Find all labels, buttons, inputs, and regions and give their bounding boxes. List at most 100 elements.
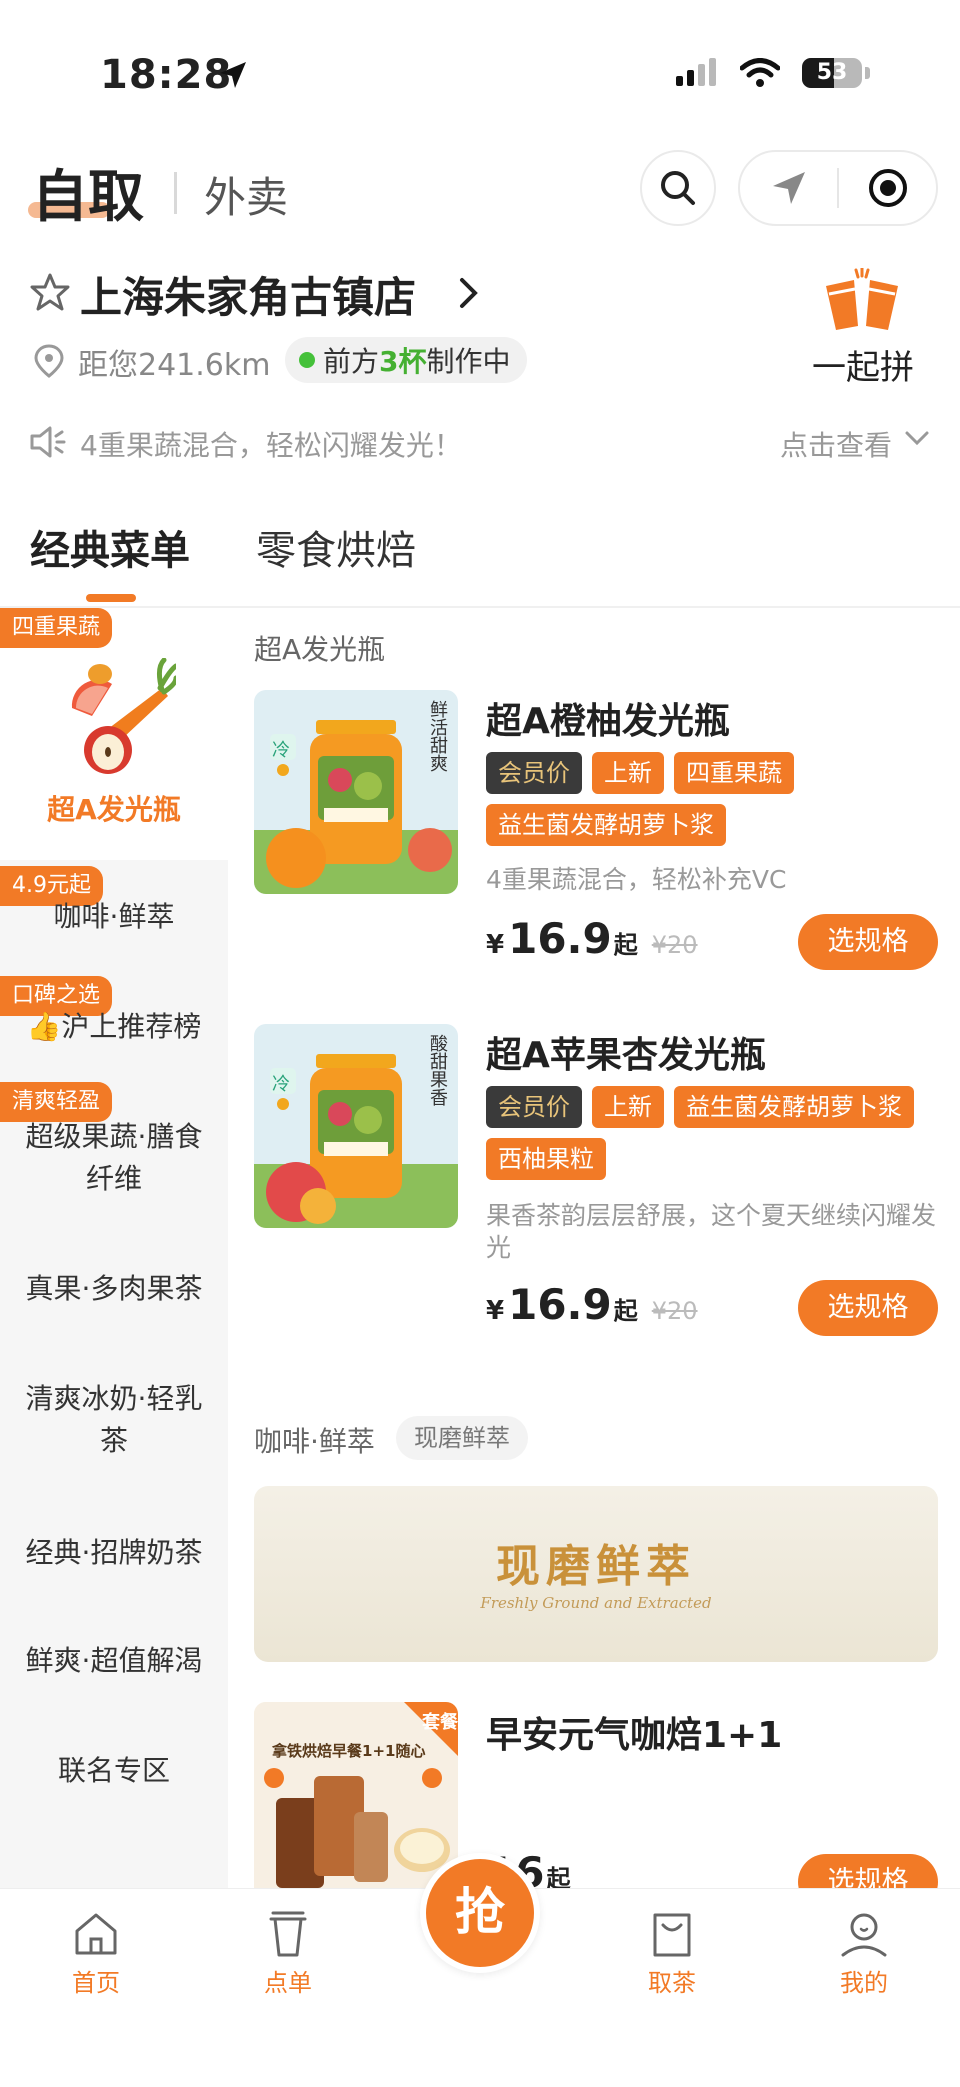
product-tag: 益生菌发酵胡萝卜浆	[674, 1086, 914, 1128]
header: 自取 外卖	[0, 140, 960, 240]
battery-icon: 53	[802, 58, 862, 88]
product-image[interactable]: 拿铁烘焙早餐1+1随心 套餐	[254, 1702, 458, 1888]
location-button[interactable]	[740, 152, 837, 224]
queue-suffix: 制作中	[426, 345, 511, 378]
product-description: 4重果蔬混合，轻松补充VC	[486, 865, 787, 894]
product-tags: 会员价 上新 四重果蔬 益生菌发酵胡萝卜浆	[486, 752, 946, 846]
select-spec-button[interactable]: 选规格	[798, 1854, 938, 1888]
banner-title: 现磨鲜萃	[496, 1541, 696, 1592]
product-name[interactable]: 超A苹果杏发光瓶	[486, 1026, 766, 1078]
price-suffix: 起	[613, 1297, 638, 1325]
price-suffix: 起	[546, 1865, 571, 1888]
favorite-star-icon[interactable]	[30, 272, 70, 312]
close-target-button[interactable]	[839, 152, 936, 224]
currency-symbol: ¥	[486, 930, 505, 960]
product-image[interactable]: 冷 酸甜果香	[254, 1024, 458, 1228]
new-tag: 上新	[592, 1086, 664, 1128]
location-pin-icon	[34, 344, 64, 378]
battery-nub	[865, 67, 870, 79]
section-title: 咖啡·鲜萃	[254, 1425, 375, 1458]
image-header: 拿铁烘焙早餐1+1随心	[272, 1742, 426, 1760]
currency-symbol: ¥	[486, 1296, 505, 1326]
nav-profile[interactable]: 我的	[804, 1909, 924, 1998]
section-title: 超A发光瓶	[254, 633, 386, 666]
tab-separator	[174, 172, 177, 214]
cup-icon	[269, 1911, 307, 1957]
product-tag: 四重果蔬	[674, 752, 794, 794]
announcement-text: 4重果蔬混合，轻松闪耀发光！	[80, 429, 462, 462]
new-tag: 上新	[592, 752, 664, 794]
nav-pickup[interactable]: 取茶	[612, 1909, 732, 1998]
sidebar-item-collab[interactable]: 联名专区	[0, 1750, 228, 1792]
image-caption: 酸甜果香	[427, 1034, 448, 1106]
sidebar-item-milk-tea-light[interactable]: 清爽冰奶·轻乳茶	[0, 1378, 228, 1462]
product-name[interactable]: 超A橙柚发光瓶	[486, 692, 730, 744]
sidebar-item-fiber[interactable]: 超级果蔬·膳食纤维	[0, 1116, 228, 1200]
bottom-nav: 首页 点单 抢 取茶 我的	[0, 1853, 960, 2087]
group-order-label[interactable]: 一起拼	[812, 340, 914, 389]
chevron-down-icon[interactable]	[904, 430, 930, 448]
tab-classic-menu[interactable]: 经典菜单	[30, 518, 190, 576]
sidebar-item-label: 沪上推荐榜	[61, 1010, 202, 1043]
status-dot-icon	[299, 352, 315, 368]
mini-program-capsule	[738, 150, 938, 226]
profile-icon	[841, 1913, 887, 1957]
sidebar-item-coffee[interactable]: 咖啡·鲜萃	[0, 896, 228, 938]
queue-prefix: 前方	[323, 345, 380, 378]
battery-percent: 53	[816, 60, 848, 85]
product-name[interactable]: 早安元气咖焙1+1	[486, 1706, 782, 1758]
sidebar-item-recommend[interactable]: 👍沪上推荐榜	[0, 1006, 228, 1048]
tab-snacks-bakery[interactable]: 零食烘焙	[256, 518, 416, 576]
product-price: ¥ 16.9 起 ¥20	[486, 914, 698, 963]
price-suffix: 起	[613, 931, 638, 959]
nav-label: 取茶	[648, 1969, 696, 1997]
nav-order[interactable]: 点单	[228, 1909, 348, 1998]
product-list: 超A发光瓶 冷 鲜活甜爽 超A橙柚发光瓶 会员价 上新 四重果蔬 益生菌发酵胡萝…	[228, 608, 960, 1888]
nav-label: 首页	[72, 1969, 120, 1997]
fruit-vegetable-icon	[71, 658, 176, 774]
select-spec-button[interactable]: 选规格	[798, 914, 938, 970]
banner-subtitle: Freshly Ground and Extracted	[480, 1594, 712, 1612]
price-value: 16.9	[508, 1280, 612, 1329]
home-icon	[75, 1913, 117, 1955]
announcement-view-link[interactable]: 点击查看	[780, 424, 892, 464]
fresh-ground-banner[interactable]: 现磨鲜萃 Freshly Ground and Extracted	[254, 1486, 938, 1662]
wifi-icon	[740, 58, 780, 87]
grab-button[interactable]: 抢	[420, 1853, 540, 1973]
sidebar-tag: 四重果蔬	[0, 608, 113, 648]
cold-badge: 冷	[272, 740, 290, 761]
image-caption: 鲜活甜爽	[427, 700, 448, 772]
original-price: ¥20	[651, 931, 698, 959]
bag-icon	[653, 1913, 691, 1957]
member-price-tag: 会员价	[486, 1086, 582, 1128]
sidebar-item-fruit-tea[interactable]: 真果·多肉果茶	[0, 1268, 228, 1310]
tab-delivery[interactable]: 外卖	[204, 164, 288, 225]
status-indicators: 53	[676, 58, 870, 88]
chevron-right-icon[interactable]	[458, 276, 480, 310]
target-icon	[868, 169, 907, 207]
queue-status-badge: 前方 3杯 制作中	[285, 337, 527, 383]
search-icon	[661, 171, 695, 205]
select-spec-button[interactable]: 选规格	[798, 1280, 938, 1336]
cheers-cups-icon[interactable]	[820, 268, 904, 336]
set-meal-badge: 套餐	[422, 1712, 458, 1733]
product-image[interactable]: 冷 鲜活甜爽	[254, 690, 458, 894]
navigation-arrow-icon	[772, 172, 805, 204]
tab-active-underline	[86, 594, 136, 602]
search-button[interactable]	[640, 150, 716, 226]
speaker-icon	[30, 426, 66, 458]
cold-badge: 冷	[272, 1074, 290, 1095]
location-arrow-icon	[220, 62, 246, 88]
queue-count: 3杯	[379, 345, 427, 378]
sidebar-item-value[interactable]: 鲜爽·超值解渴	[0, 1640, 228, 1682]
sidebar-item-classic-milk-tea[interactable]: 经典·招牌奶茶	[0, 1532, 228, 1574]
tab-pickup[interactable]: 自取	[32, 152, 144, 233]
member-price-tag: 会员价	[486, 752, 582, 794]
status-time: 18:28	[100, 52, 233, 98]
nav-home[interactable]: 首页	[36, 1909, 156, 1998]
price-value: 16.9	[508, 914, 612, 963]
sidebar-item-label: 超A发光瓶	[47, 793, 181, 826]
product-tag: 西柚果粒	[486, 1138, 606, 1180]
original-price: ¥20	[651, 1297, 698, 1325]
store-name[interactable]: 上海朱家角古镇店	[80, 264, 416, 325]
